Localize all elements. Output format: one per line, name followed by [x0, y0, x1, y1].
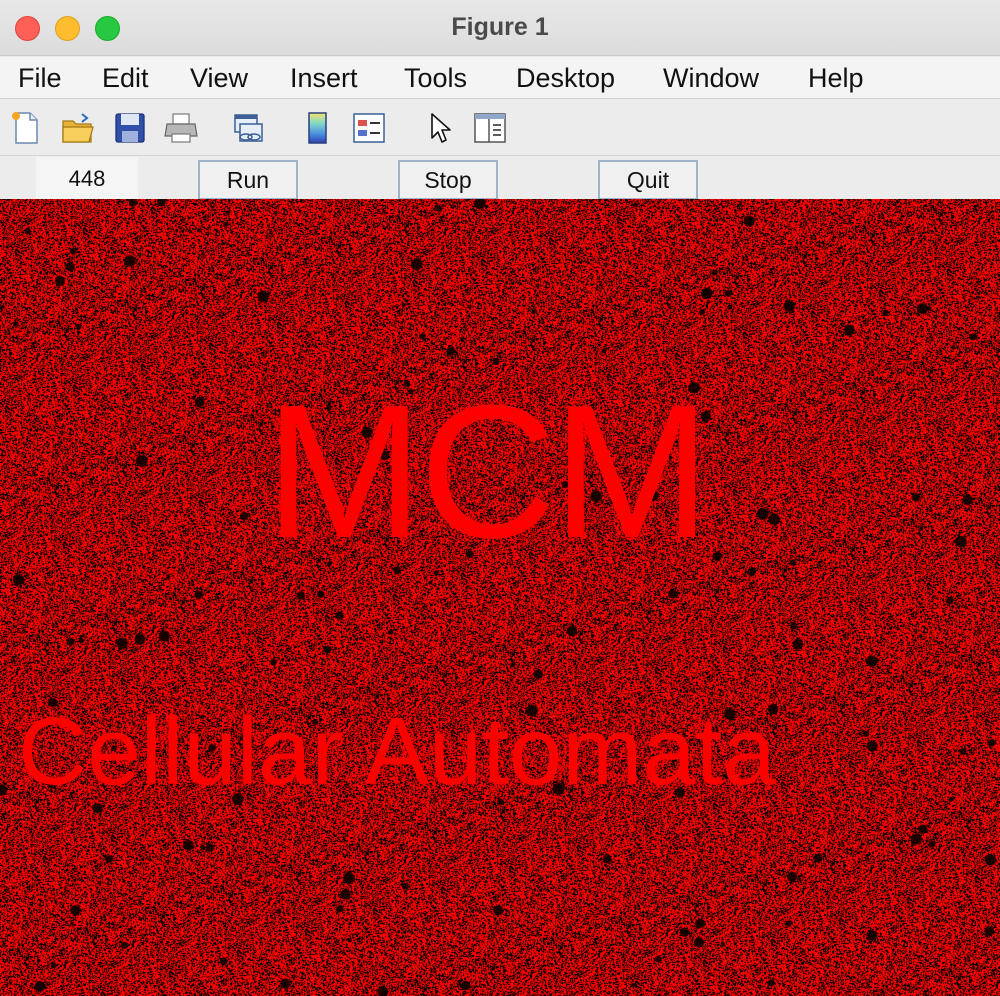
- simulation-controls: 448 Run Stop Quit: [0, 157, 1000, 200]
- menu-edit[interactable]: Edit: [102, 63, 149, 94]
- run-button[interactable]: Run: [198, 160, 298, 200]
- menu-insert[interactable]: Insert: [290, 63, 358, 94]
- new-figure-icon[interactable]: [8, 110, 44, 146]
- menu-desktop[interactable]: Desktop: [516, 63, 615, 94]
- title-bar[interactable]: Figure 1: [0, 0, 1000, 56]
- property-editor-icon[interactable]: [472, 110, 508, 146]
- menu-window[interactable]: Window: [663, 63, 759, 94]
- colorbar-icon[interactable]: [300, 110, 336, 146]
- save-icon[interactable]: [112, 110, 148, 146]
- automaton-grid: [0, 199, 1000, 996]
- menu-view[interactable]: View: [190, 63, 248, 94]
- menu-help[interactable]: Help: [808, 63, 864, 94]
- menu-bar: File Edit View Insert Tools Desktop Wind…: [0, 57, 1000, 99]
- open-file-icon[interactable]: [60, 110, 96, 146]
- menu-tools[interactable]: Tools: [404, 63, 467, 94]
- link-plot-icon[interactable]: [230, 110, 266, 146]
- legend-icon[interactable]: [351, 110, 387, 146]
- window-title: Figure 1: [451, 13, 549, 41]
- menu-file[interactable]: File: [18, 63, 62, 94]
- quit-button[interactable]: Quit: [598, 160, 698, 200]
- mcm-title: MCM: [265, 366, 711, 578]
- pointer-icon[interactable]: [422, 110, 458, 146]
- cellular-automata-canvas[interactable]: MCM Cellular Automata: [0, 199, 1000, 996]
- figure-toolbar: [0, 100, 1000, 156]
- figure-window: Figure 1 File Edit View Insert Tools Des…: [0, 0, 1000, 996]
- stop-button[interactable]: Stop: [398, 160, 498, 200]
- cellular-automata-label: Cellular Automata: [18, 698, 776, 805]
- generation-counter: 448: [36, 157, 138, 199]
- print-icon[interactable]: [163, 110, 199, 146]
